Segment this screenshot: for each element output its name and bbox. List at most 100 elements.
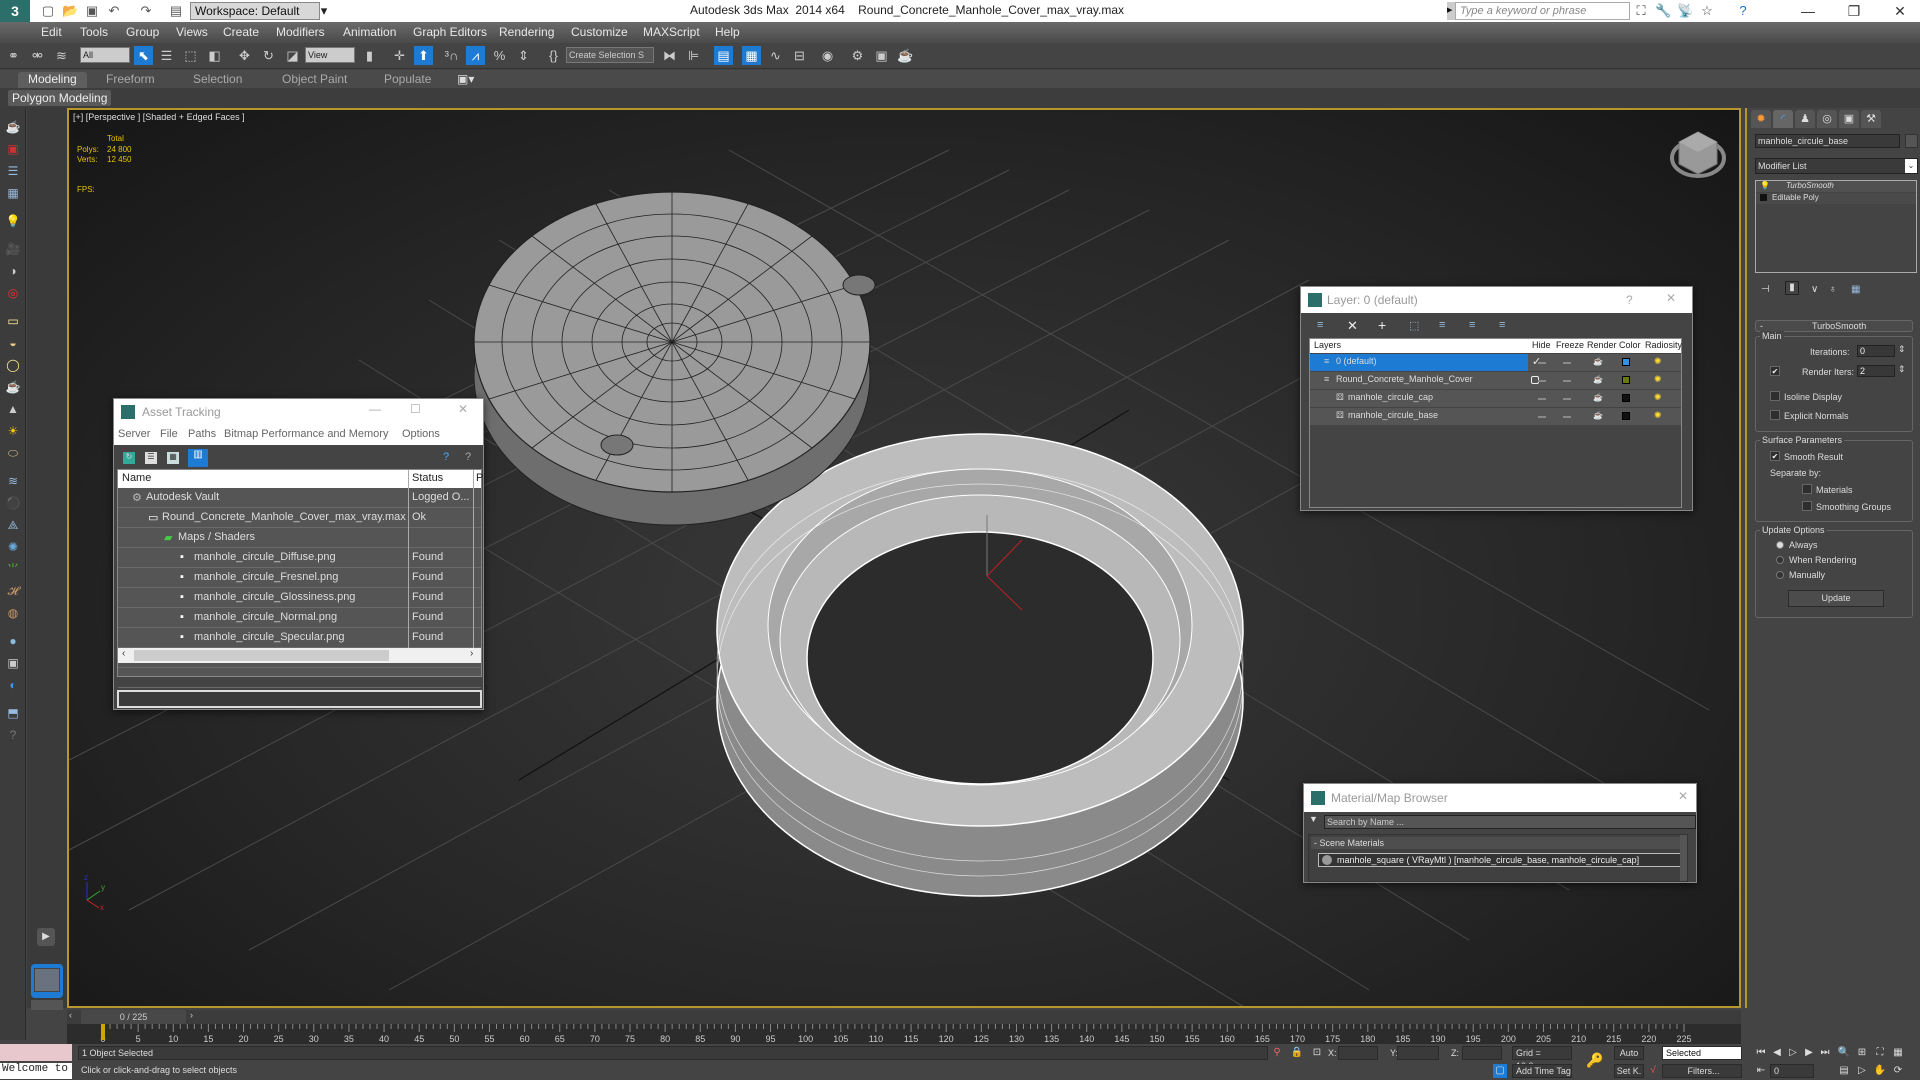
modify-tab-icon[interactable]: ◜ xyxy=(1773,110,1793,128)
isoline-display-checkbox[interactable] xyxy=(1770,391,1780,401)
manipulate-icon[interactable]: ✛ xyxy=(390,46,409,65)
layer-name-cell[interactable]: ⚄ manhole_circule_cap xyxy=(1310,390,1528,407)
asset-row[interactable]: ⚙ Autodesk Vault Logged O... xyxy=(118,488,481,508)
spreadsheet-icon[interactable]: ▦ xyxy=(4,184,22,202)
menu-create[interactable]: Create xyxy=(223,25,259,39)
help-query-icon[interactable]: ? xyxy=(443,451,449,463)
render-setup-icon[interactable]: ⚙ xyxy=(848,46,867,65)
dome-camera-icon[interactable]: ◑ xyxy=(4,262,22,280)
camera-icon[interactable]: 🎥 xyxy=(4,240,22,258)
thumbnail-view-icon[interactable]: ▦ xyxy=(167,452,179,464)
menu-modifiers[interactable]: Modifiers xyxy=(276,25,325,39)
zoom-extents-icon[interactable]: ⛶ xyxy=(1873,1046,1887,1060)
reference-coordinate-dropdown[interactable]: View xyxy=(305,47,355,63)
selection-lock-icon[interactable]: 🔒 xyxy=(1290,1046,1304,1060)
schematic-view-icon[interactable]: ⊟ xyxy=(790,46,809,65)
quad-viewport-layout-button[interactable] xyxy=(31,1000,63,1010)
mirror-icon[interactable]: ⧓ xyxy=(660,46,679,65)
vray-ambient-light-icon[interactable]: ⬭ xyxy=(4,444,22,462)
workspace-dropdown[interactable]: Workspace: Default xyxy=(190,2,320,20)
scroll-right-icon[interactable]: › xyxy=(470,648,473,659)
column-layers[interactable]: Layers xyxy=(1314,340,1341,350)
edit-named-selection-icon[interactable]: {} xyxy=(544,46,563,65)
help-circle-icon[interactable]: ? xyxy=(4,726,22,744)
vfb-icon[interactable]: ▣ xyxy=(4,654,22,672)
search-expand-icon[interactable]: ▶ xyxy=(1447,2,1455,20)
menu-rendering[interactable]: Rendering xyxy=(499,25,554,39)
new-file-icon[interactable]: ▢ xyxy=(40,3,56,19)
redo-icon[interactable]: ↷ xyxy=(138,3,154,19)
freeze-toggle[interactable] xyxy=(1563,416,1571,418)
binoculars-search-icon[interactable]: ⛶ xyxy=(1633,3,1649,19)
time-config-icon[interactable]: ▤ xyxy=(1837,1064,1851,1078)
ribbon-tab-freeform[interactable]: Freeform xyxy=(106,72,155,86)
create-layer-icon[interactable]: ≡ xyxy=(1317,319,1323,331)
close-button[interactable]: ✕ xyxy=(1678,789,1688,803)
unlink-icon[interactable]: ⚮ xyxy=(28,46,47,65)
create-tab-icon[interactable]: ✹ xyxy=(1751,110,1771,128)
column-color[interactable]: Color xyxy=(1619,340,1641,350)
display-tab-icon[interactable]: ▣ xyxy=(1839,110,1859,128)
layer-row[interactable]: ≡ Round_Concrete_Manhole_Cover ☕ ✺ xyxy=(1310,372,1681,389)
render-teapot-icon[interactable]: ☕ xyxy=(1593,375,1603,384)
browser-options-icon[interactable]: ▼ xyxy=(1309,814,1318,824)
collapse-icon[interactable]: - xyxy=(1760,321,1763,331)
toggle-ribbon-icon[interactable]: ▦ xyxy=(742,46,761,65)
hide-all-icon[interactable]: ≡ xyxy=(1469,319,1475,331)
column-hide[interactable]: Hide xyxy=(1532,340,1551,350)
app-menu-button[interactable]: 3 xyxy=(0,0,30,22)
maxscript-listener-input[interactable]: Welcome to xyxy=(0,1063,72,1079)
vray-ies-icon[interactable]: ▲ xyxy=(4,400,22,418)
ribbon-tab-modeling[interactable]: Modeling xyxy=(18,72,87,89)
material-editor-icon[interactable]: ◉ xyxy=(818,46,837,65)
iterations-spinner[interactable]: 0 xyxy=(1857,345,1895,357)
undo-icon[interactable]: ↶ xyxy=(106,3,122,19)
radiosity-icon[interactable]: ✺ xyxy=(1654,356,1662,367)
vertical-scrollbar[interactable] xyxy=(1680,835,1687,881)
time-slider-prev-icon[interactable]: ‹ xyxy=(69,1010,72,1020)
next-frame-icon[interactable]: ▶ xyxy=(1802,1046,1816,1060)
column-name[interactable]: Name xyxy=(122,472,151,484)
time-tag-icon[interactable]: ▢ xyxy=(1493,1064,1507,1078)
table-view-icon[interactable]: ▥ xyxy=(188,449,208,467)
layer-name-cell[interactable]: ≡ 0 (default) xyxy=(1310,354,1528,371)
radiosity-icon[interactable]: ✺ xyxy=(1654,374,1662,385)
percent-snap-icon[interactable]: % xyxy=(490,46,509,65)
zoom-extents-all-icon[interactable]: ▦ xyxy=(1891,1046,1905,1060)
hide-toggle[interactable] xyxy=(1538,380,1546,382)
menu-views[interactable]: Views xyxy=(176,25,208,39)
update-button[interactable]: Update xyxy=(1788,590,1884,607)
highlight-layer-icon[interactable]: ≡ xyxy=(1439,319,1445,331)
freeze-toggle[interactable] xyxy=(1563,398,1571,400)
menu-paths[interactable]: Paths xyxy=(188,428,216,440)
menu-group[interactable]: Group xyxy=(126,25,159,39)
vray-material-icon[interactable]: ● xyxy=(4,632,22,650)
asset-row[interactable]: ▪ manhole_circule_Normal.png Found xyxy=(118,608,481,628)
window-crossing-icon[interactable]: ◧ xyxy=(205,46,224,65)
select-objects-icon[interactable]: ⬚ xyxy=(1409,319,1419,332)
menu-options[interactable]: Options xyxy=(402,428,440,440)
ribbon-options-icon[interactable]: ▣▾ xyxy=(457,72,474,86)
layer-color-swatch[interactable] xyxy=(1622,412,1630,420)
z-coordinate-field[interactable] xyxy=(1462,1046,1502,1060)
modifier-turbosmooth[interactable]: 💡 TurboSmooth xyxy=(1756,181,1916,192)
smoothing-groups-checkbox[interactable] xyxy=(1802,501,1812,511)
expand-icon[interactable] xyxy=(1760,194,1767,201)
asset-row[interactable]: ▪ manhole_circule_Glossiness.png Found xyxy=(118,588,481,608)
ribbon-tab-object-paint[interactable]: Object Paint xyxy=(282,72,347,86)
menu-edit[interactable]: Edit xyxy=(41,25,62,39)
expand-panel-icon[interactable]: ▶ xyxy=(37,928,55,946)
remove-modifier-icon[interactable]: ♁ xyxy=(1829,284,1837,295)
show-end-result-icon[interactable]: ▮ xyxy=(1785,281,1799,295)
freeze-all-icon[interactable]: ≡ xyxy=(1499,319,1505,331)
key-mode-toggle-icon[interactable]: ⇤ xyxy=(1754,1064,1768,1078)
pivot-center-icon[interactable]: ▮ xyxy=(360,46,379,65)
lightbulb-icon[interactable]: 💡 xyxy=(1760,181,1770,190)
asset-row[interactable]: ▰ Maps / Shaders xyxy=(118,528,481,548)
zoom-all-icon[interactable]: ⊞ xyxy=(1855,1046,1869,1060)
modifier-list-dropdown[interactable]: Modifier List xyxy=(1755,158,1918,174)
polygon-modeling-panel[interactable]: Polygon Modeling xyxy=(8,90,112,106)
timeline-track[interactable]: 0510152025303540455055606570758085909510… xyxy=(67,1024,1741,1044)
column-radiosity[interactable]: Radiosity xyxy=(1645,340,1682,350)
selection-filter-dropdown[interactable]: All xyxy=(80,47,130,63)
